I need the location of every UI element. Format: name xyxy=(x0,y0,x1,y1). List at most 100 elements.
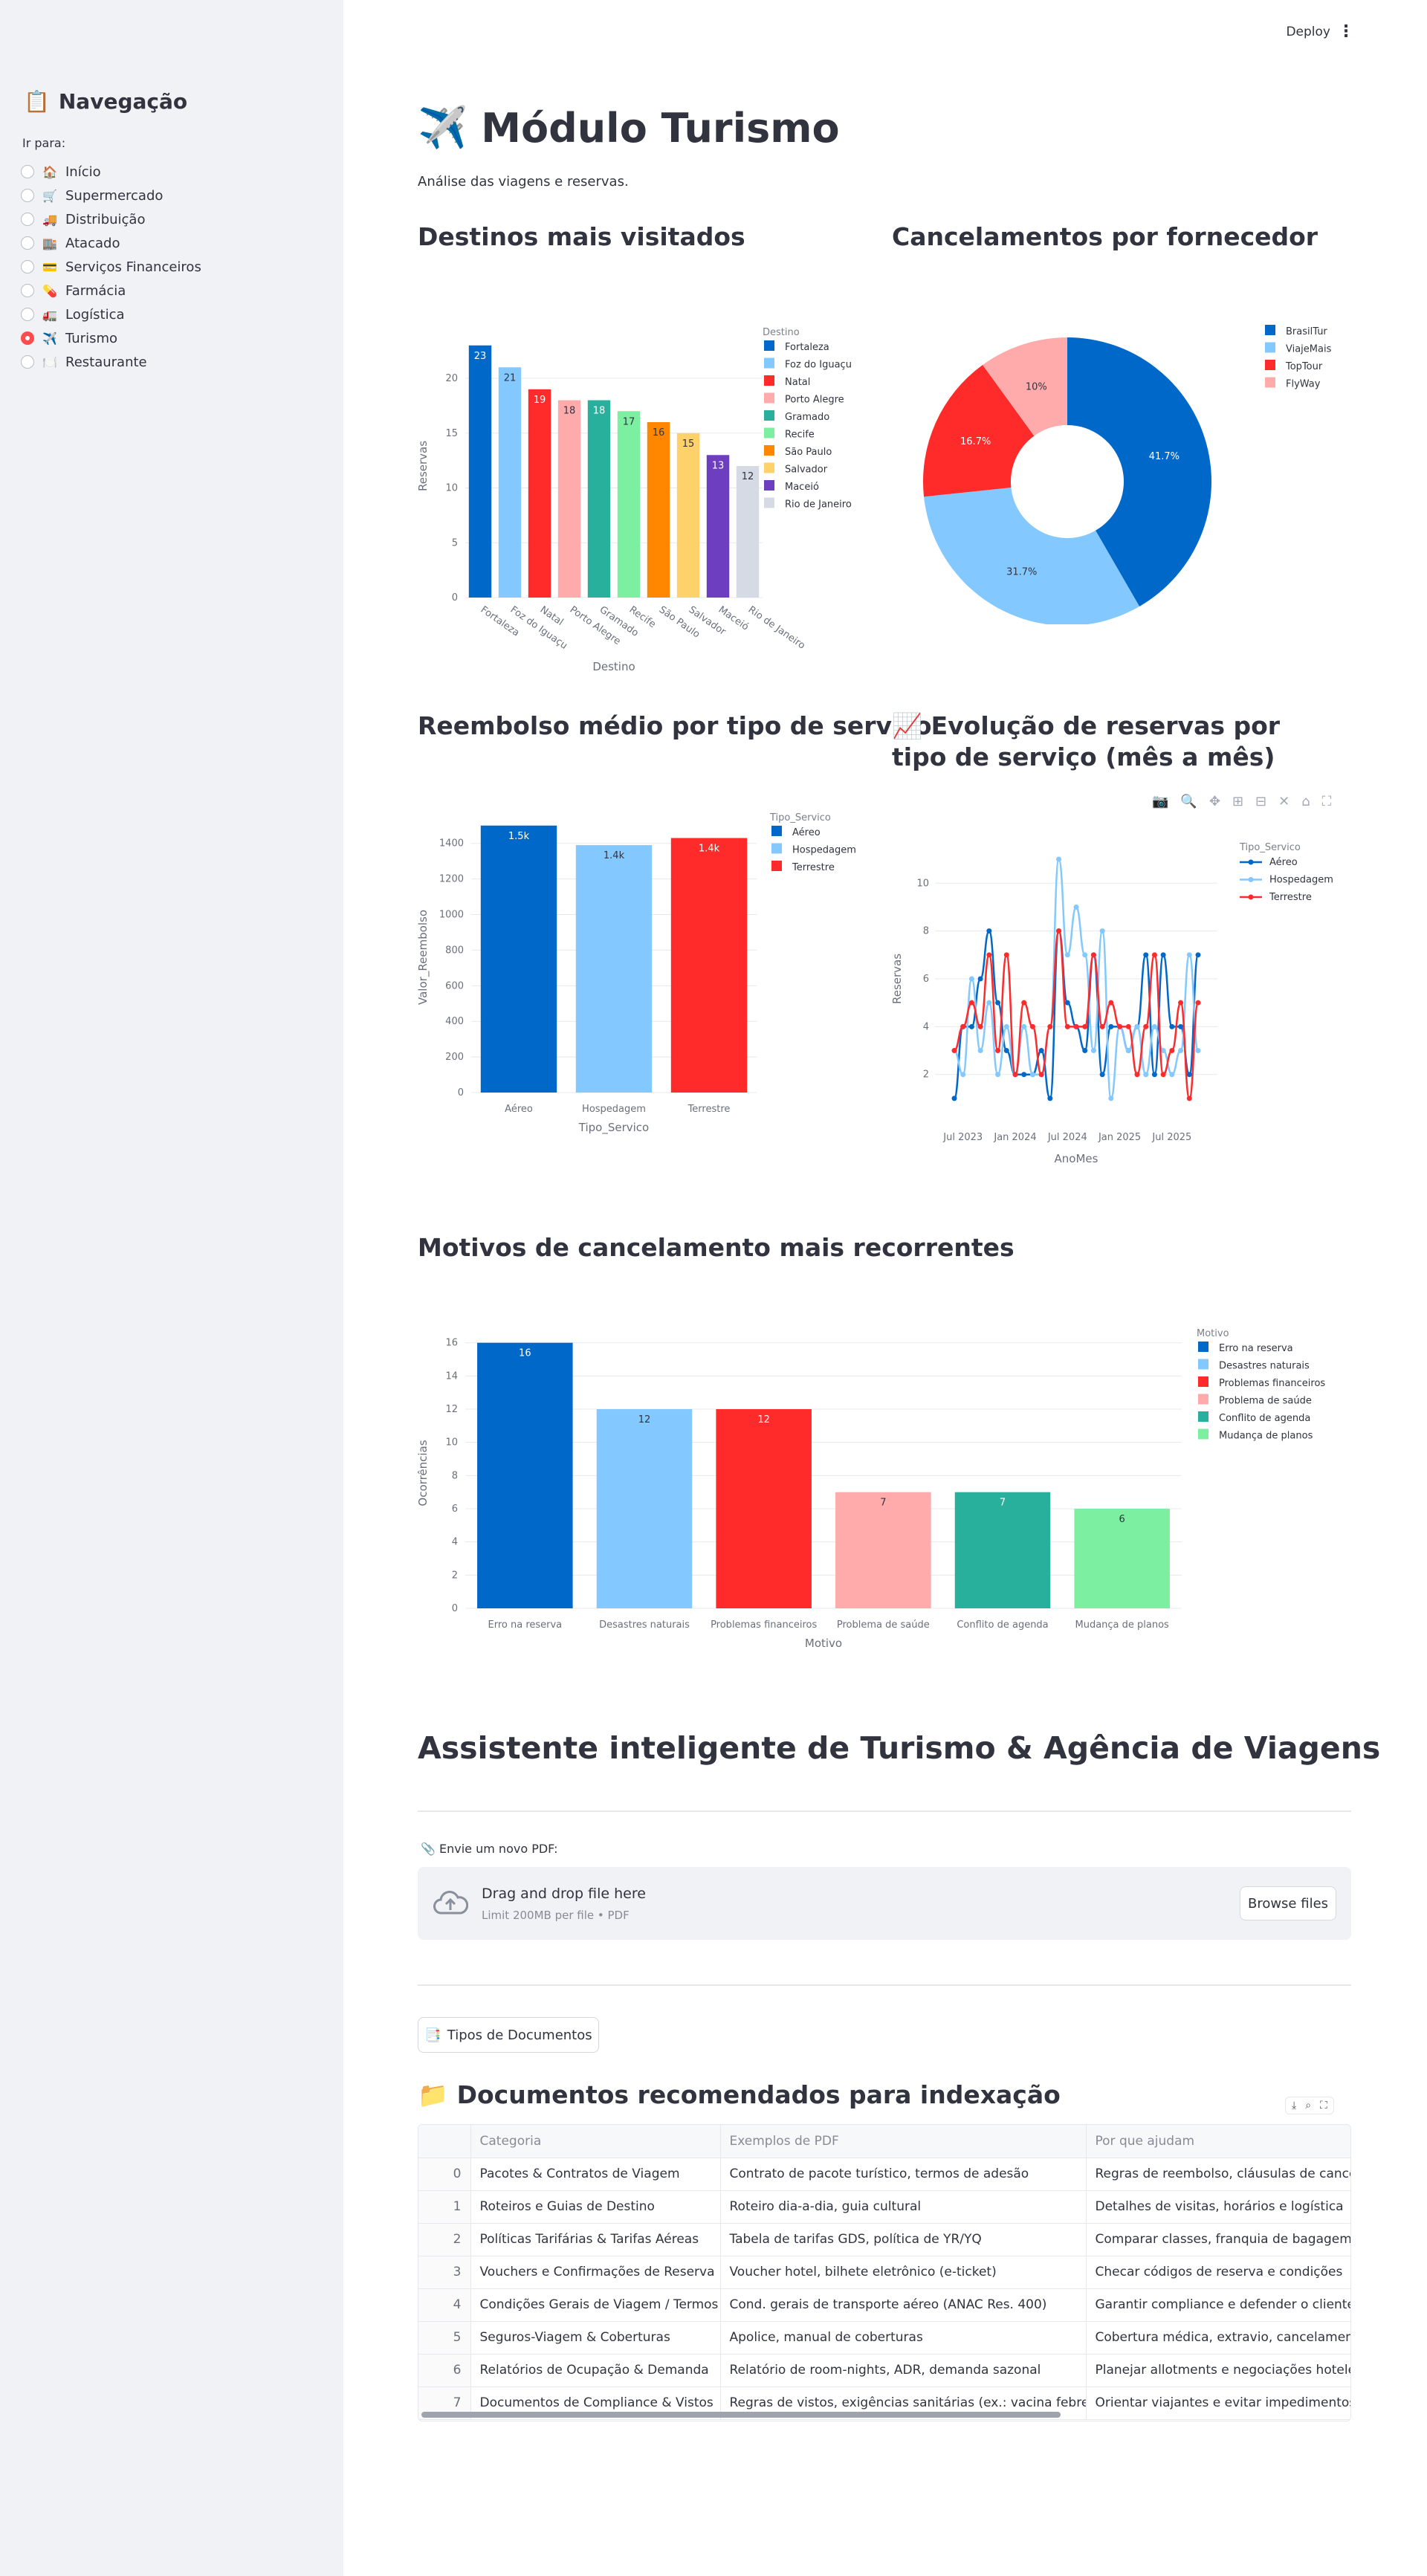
table-row[interactable]: 4Condições Gerais de Viagem / Termos ANA… xyxy=(418,2288,1350,2322)
chart-evolucao-svg[interactable]: 2 4 6 8 10 Jul 2023 Jan 2024 Jul 2024 Jan 2025 Ju… xyxy=(890,818,1368,1189)
data-point xyxy=(960,1023,966,1029)
table-row[interactable]: 1 Roteiros e Guias de Destino Roteiro dia-… xyxy=(418,2190,1350,2224)
table-cell: Vouchers e Confirmações de Reserva xyxy=(470,2256,721,2289)
table-row[interactable]: 5 Seguros-Viagem & Coberturas Apolice, man… xyxy=(418,2321,1350,2355)
cloud-upload-icon xyxy=(433,1891,468,1915)
browse-files-button[interactable]: Browse files xyxy=(1240,1886,1336,1920)
legend-swatch xyxy=(764,480,774,491)
radio-button[interactable] xyxy=(21,236,34,250)
data-point xyxy=(1056,928,1062,934)
sidebar-item[interactable]: 🍽️ Restaurante xyxy=(21,350,201,374)
sidebar-item[interactable]: 🚚 Distribuição xyxy=(21,207,201,231)
zoom-in-icon[interactable]: ⊞ xyxy=(1232,794,1243,809)
table-row[interactable]: 6 Relatórios de Ocupação & Demanda Relatór… xyxy=(418,2354,1350,2387)
data-point xyxy=(1169,1048,1175,1054)
sidebar-item[interactable]: 💳 Serviços Financeiros xyxy=(21,255,201,279)
chart-evolucao[interactable]: 2 4 6 8 10 Jul 2023 Jan 2024 Jul 2024 Jan 2025 Ju… xyxy=(890,818,1368,1192)
data-point xyxy=(1099,1023,1105,1029)
radio-button[interactable] xyxy=(21,284,34,297)
x-tick-label: Aéreo xyxy=(505,1104,533,1115)
home-icon[interactable]: ⌂ xyxy=(1301,794,1310,809)
page-title: ✈️ Módulo Turismo xyxy=(418,104,840,152)
chart-cancelamentos[interactable]: 41.7% 31.7% 16.7% 10% BrasilTur ViajeMais TopT… xyxy=(892,312,1353,627)
data-point xyxy=(1029,1072,1035,1078)
y-tick-label: 600 xyxy=(445,980,464,991)
data-point xyxy=(1047,1096,1053,1101)
autoscale-icon[interactable]: ✕ xyxy=(1278,794,1290,809)
horizontal-scrollbar[interactable] xyxy=(421,2412,1061,2418)
fullscreen-icon[interactable]: ⛶ xyxy=(1322,794,1332,809)
file-dropzone[interactable]: Drag and drop file here Limit 200MB per … xyxy=(418,1867,1351,1940)
nav-item-icon: 💊 xyxy=(42,283,57,298)
tipos-documentos-button[interactable]: 📑 Tipos de Documentos xyxy=(418,2017,599,2053)
column-header[interactable] xyxy=(418,2125,471,2158)
column-header[interactable]: Categoria xyxy=(470,2125,721,2158)
radio-button[interactable] xyxy=(21,165,34,178)
x-axis-title: AnoMes xyxy=(1055,1152,1098,1165)
legend-swatch xyxy=(764,375,774,386)
sidebar-item[interactable]: 🚛 Logística xyxy=(21,302,201,326)
radio-button[interactable] xyxy=(21,331,34,345)
zoom-out-icon[interactable]: ⊟ xyxy=(1255,794,1266,809)
legend-label: FlyWay xyxy=(1286,379,1321,390)
radio-button[interactable] xyxy=(21,355,34,369)
data-point xyxy=(1134,1072,1140,1078)
table-row[interactable]: 2 Políticas Tarifárias & Tarifas Aéreas Ta… xyxy=(418,2223,1350,2256)
column-header[interactable]: Exemplos de PDF xyxy=(720,2125,1087,2158)
pie-slice xyxy=(924,487,1140,626)
dropzone-limit: Limit 200MB per file • PDF xyxy=(482,1909,630,1922)
chart-reembolso[interactable]: 0 200 400 600 800 1000 1200 1400 1.5k Aéreo 1.4k Ho… xyxy=(416,810,886,1155)
camera-icon[interactable]: 📷 xyxy=(1152,794,1168,809)
data-point xyxy=(1143,952,1149,958)
y-tick-label: 14 xyxy=(445,1370,458,1382)
sidebar-item[interactable]: ✈️ Turismo xyxy=(21,326,201,350)
bar xyxy=(557,400,581,598)
radio-button[interactable] xyxy=(21,189,34,202)
data-point xyxy=(1090,1048,1096,1054)
pan-icon[interactable]: ✥ xyxy=(1209,794,1220,809)
x-tick-label: Hospedagem xyxy=(582,1104,646,1115)
data-point xyxy=(1125,1023,1131,1029)
chart-destinos[interactable]: 0 5 10 15 20 23 Fortaleza 21 Foz do Iguaçu 19 Nata… xyxy=(416,320,886,694)
sidebar-item[interactable]: 🛒 Supermercado xyxy=(21,184,201,207)
sidebar-item[interactable]: 💊 Farmácia xyxy=(21,279,201,302)
row-index: 3 xyxy=(418,2256,471,2289)
chart-motivos[interactable]: 0 2 4 6 8 10 12 14 16 16 Erro na reserva 12 Desastre… xyxy=(416,1323,1354,1683)
chart-cancelamentos-svg[interactable]: 41.7% 31.7% 16.7% 10% BrasilTur ViajeMais TopT… xyxy=(892,312,1353,626)
heading-assistente: Assistente inteligente de Turismo & Agên… xyxy=(418,1730,1381,1766)
column-header[interactable]: Por que ajudam xyxy=(1086,2125,1350,2158)
dataframe[interactable]: Categoria Exemplos de PDF Por que ajudam 0… xyxy=(418,2124,1351,2421)
table-row[interactable]: 0 Pacotes & Contratos de Viagem Contrato d… xyxy=(418,2158,1350,2191)
legend-swatch xyxy=(1198,1342,1208,1352)
sidebar-item[interactable]: 🏠 Início xyxy=(21,160,201,184)
table-row[interactable]: 3 Vouchers e Confirmações de Reserva Vouch… xyxy=(418,2256,1350,2289)
deploy-button[interactable]: Deploy xyxy=(1286,25,1330,39)
fullscreen-icon[interactable]: ⛶ xyxy=(1320,2100,1327,2111)
radio-button[interactable] xyxy=(21,213,34,226)
main-menu-icon[interactable]: ⋮ xyxy=(1338,22,1354,41)
table-cell: Relatórios de Ocupação & Demanda xyxy=(470,2354,721,2387)
legend-label: BrasilTur xyxy=(1286,326,1327,337)
chart-motivos-svg[interactable]: 0 2 4 6 8 10 12 14 16 16 Erro na reserva 12 Desastre… xyxy=(416,1323,1354,1680)
sidebar-item[interactable]: 🏬 Atacado xyxy=(21,231,201,255)
chart-destinos-svg[interactable]: 0 5 10 15 20 23 Fortaleza 21 Foz do Iguaçu 19 Nata… xyxy=(416,320,886,691)
zoom-icon[interactable]: 🔍 xyxy=(1180,794,1197,809)
data-point xyxy=(1108,1023,1114,1029)
search-icon[interactable]: ⌕ xyxy=(1305,2100,1311,2111)
chart-reembolso-svg[interactable]: 0 200 400 600 800 1000 1200 1400 1.5k Aéreo 1.4k Ho… xyxy=(416,810,886,1152)
nav-item-label: Início xyxy=(65,164,101,180)
x-tick-label: Terrestre xyxy=(687,1104,731,1115)
data-point xyxy=(977,1023,983,1029)
table-cell: Checar códigos de reserva e condições xyxy=(1086,2256,1350,2289)
y-tick-label: 10 xyxy=(916,878,929,889)
radio-button[interactable] xyxy=(21,260,34,274)
data-point xyxy=(1125,1048,1131,1054)
nav-item-label: Restaurante xyxy=(65,354,147,370)
radio-button[interactable] xyxy=(21,308,34,321)
data-label: 19 xyxy=(534,395,546,406)
y-tick-label: 200 xyxy=(445,1052,464,1063)
sidebar: 📋 Navegação Ir para: 🏠 Início 🛒 Supermercad… xyxy=(0,0,343,2576)
x-tick-label: Mudança de planos xyxy=(1075,1619,1169,1631)
legend-label: Desastres naturais xyxy=(1219,1361,1310,1372)
download-icon[interactable]: ⤓ xyxy=(1292,2100,1296,2111)
